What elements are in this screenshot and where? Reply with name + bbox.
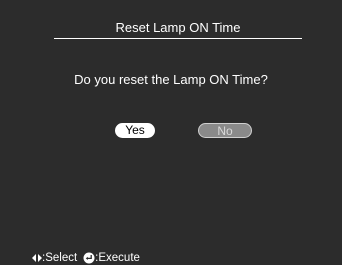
execute-hint-label: :Execute: [95, 252, 140, 264]
title-divider: [54, 38, 302, 39]
yes-button[interactable]: Yes: [115, 123, 155, 138]
dialog-title: Reset Lamp ON Time: [115, 20, 241, 35]
confirm-question: Do you reset the Lamp ON Time?: [74, 72, 268, 87]
key-hint-bar: :Select :Execute: [32, 251, 140, 265]
select-hint-label: :Select: [42, 252, 78, 264]
no-button[interactable]: No: [198, 123, 252, 138]
enter-icon: [83, 252, 95, 264]
osd-screen: Reset Lamp ON Time Do you reset the Lamp…: [0, 0, 342, 265]
left-right-arrows-icon: [32, 254, 42, 262]
